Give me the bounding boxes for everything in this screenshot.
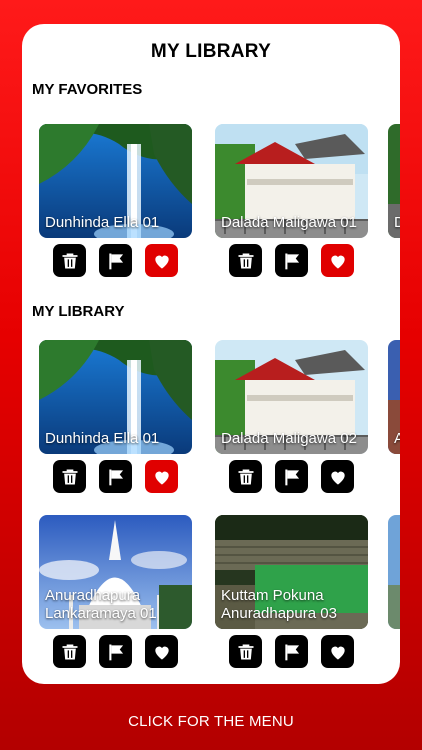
thumbnail[interactable]: D <box>388 124 400 238</box>
favorite-item-dalada[interactable]: Dalada Maligawa 01 <box>215 124 368 277</box>
delete-button[interactable] <box>53 460 86 493</box>
flag-button[interactable] <box>99 460 132 493</box>
heart-icon <box>154 646 169 659</box>
item-caption: Dunhinda Ella 01 <box>45 430 160 447</box>
flag-icon <box>108 469 123 485</box>
item-caption: A L <box>394 430 400 447</box>
thumbnail[interactable]: Dunhinda Ella 01 <box>39 340 192 454</box>
flag-button[interactable] <box>99 635 132 668</box>
favorite-button[interactable] <box>321 244 354 277</box>
item-caption: Dunhinda Ella 01 <box>45 214 160 231</box>
flag-icon <box>284 469 299 485</box>
thumbnail[interactable]: Kuttam Pokuna Anuradhapura 03 <box>215 515 368 629</box>
library-item-dunhinda[interactable]: Dunhinda Ella 01 <box>39 340 192 493</box>
item-actions <box>229 635 369 669</box>
thumbnail[interactable]: Dalada Maligawa 02 <box>215 340 368 454</box>
item-caption: Dalada Maligawa 01 <box>221 214 357 231</box>
heart-icon <box>154 255 169 268</box>
delete-button[interactable] <box>229 635 262 668</box>
item-actions <box>53 244 193 278</box>
item-caption: Kuttam Pokuna Anuradhapura 03 <box>221 587 337 622</box>
favorite-button[interactable] <box>145 460 178 493</box>
trash-icon <box>238 644 253 659</box>
delete-button[interactable] <box>229 460 262 493</box>
favorites-section-title: MY FAVORITES <box>32 81 143 98</box>
delete-button[interactable] <box>229 244 262 277</box>
item-actions <box>53 635 193 669</box>
heart-icon <box>330 255 345 268</box>
flag-button[interactable] <box>99 244 132 277</box>
delete-button[interactable] <box>53 635 86 668</box>
library-item-kuttam-pokuna[interactable]: Kuttam Pokuna Anuradhapura 03 <box>215 515 368 668</box>
library-item-partial-2[interactable] <box>388 515 400 629</box>
thumbnail[interactable] <box>388 515 400 629</box>
flag-icon <box>108 644 123 660</box>
item-actions <box>229 244 369 278</box>
favorite-item-partial[interactable]: D <box>388 124 400 238</box>
item-caption: Dalada Maligawa 02 <box>221 430 357 447</box>
flag-button[interactable] <box>275 460 308 493</box>
trash-icon <box>62 469 77 484</box>
heart-icon <box>154 471 169 484</box>
menu-button[interactable]: CLICK FOR THE MENU <box>0 713 422 730</box>
flag-icon <box>108 253 123 269</box>
thumbnail[interactable]: Dalada Maligawa 01 <box>215 124 368 238</box>
page-title: MY LIBRARY <box>150 41 272 62</box>
library-section-title: MY LIBRARY <box>32 303 125 320</box>
item-caption: Anuradhapura Lankaramaya 01 <box>45 587 157 622</box>
heart-icon <box>330 471 345 484</box>
favorite-button[interactable] <box>145 244 178 277</box>
trash-icon <box>62 253 77 268</box>
library-item-dalada[interactable]: Dalada Maligawa 02 <box>215 340 368 493</box>
favorite-button[interactable] <box>145 635 178 668</box>
trash-icon <box>238 253 253 268</box>
delete-button[interactable] <box>53 244 86 277</box>
item-actions <box>229 460 369 494</box>
favorite-button[interactable] <box>321 635 354 668</box>
item-caption: D <box>394 214 400 231</box>
thumbnail[interactable]: Dunhinda Ella 01 <box>39 124 192 238</box>
flag-icon <box>284 644 299 660</box>
favorite-button[interactable] <box>321 460 354 493</box>
library-item-lankaramaya[interactable]: Anuradhapura Lankaramaya 01 <box>39 515 192 668</box>
favorite-item-dunhinda[interactable]: Dunhinda Ella 01 <box>39 124 192 277</box>
flag-button[interactable] <box>275 635 308 668</box>
library-card: MY LIBRARY MY FAVORITES Dunhinda Ella 01 <box>22 24 400 684</box>
flag-button[interactable] <box>275 244 308 277</box>
heart-icon <box>330 646 345 659</box>
thumbnail[interactable]: A L <box>388 340 400 454</box>
trash-icon <box>238 469 253 484</box>
library-item-partial-1[interactable]: A L <box>388 340 400 454</box>
flag-icon <box>284 253 299 269</box>
thumbnail[interactable]: Anuradhapura Lankaramaya 01 <box>39 515 192 629</box>
trash-icon <box>62 644 77 659</box>
item-actions <box>53 460 193 494</box>
